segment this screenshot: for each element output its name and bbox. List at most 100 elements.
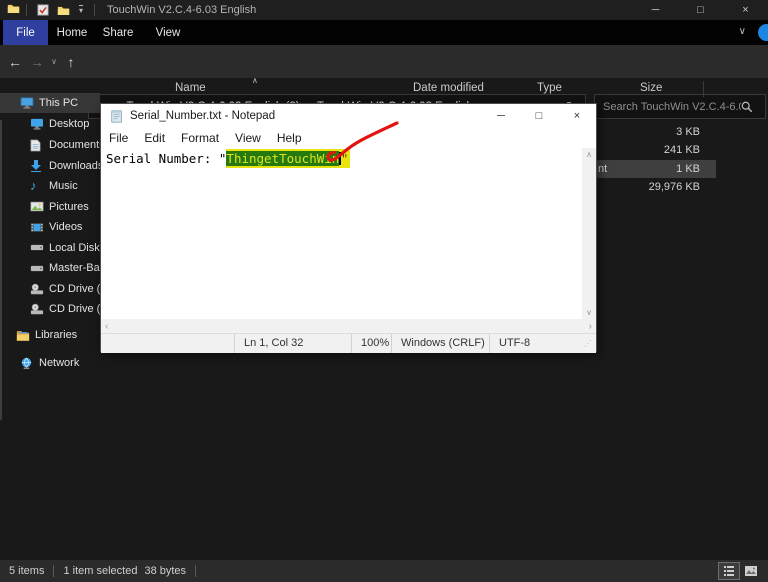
notepad-app-icon (110, 109, 124, 123)
forward-icon[interactable]: → (26, 45, 48, 78)
tab-home[interactable]: Home (52, 20, 92, 45)
cd-drive-icon (30, 283, 44, 295)
notepad-text-area[interactable]: Serial Number: "ThingetTouchWin " ∧ ∨ (101, 148, 596, 319)
explorer-statusbar: 5 items 1 item selected 38 bytes (0, 560, 768, 582)
sidebar-item-master-back[interactable]: Master-Back (0, 258, 100, 278)
menu-view[interactable]: View (227, 131, 269, 145)
properties-check-icon[interactable] (37, 4, 49, 16)
selection-size: 38 bytes (144, 565, 187, 577)
status-spacer (101, 334, 234, 353)
tab-view[interactable]: View (148, 20, 188, 45)
sidebar-item-desktop[interactable]: Desktop (0, 114, 100, 134)
file-size: 241 KB (663, 144, 700, 156)
help-icon[interactable] (758, 24, 768, 41)
sidebar-item-libraries[interactable]: Libraries (0, 325, 100, 345)
scroll-down-icon[interactable]: ∨ (586, 306, 592, 319)
column-header-size[interactable]: Size (640, 82, 662, 94)
details-view-icon[interactable] (718, 562, 740, 580)
file-size: 29,976 KB (648, 181, 700, 193)
selected-serial-text: ThingetTouchWin (226, 151, 340, 166)
sidebar-item-downloads[interactable]: Downloads (0, 156, 100, 176)
notepad-close-button[interactable]: × (558, 104, 596, 128)
sidebar-item-pictures[interactable]: Pictures (0, 197, 100, 217)
column-header-name[interactable]: Name (175, 82, 206, 94)
notepad-title: Serial_Number.txt - Notepad (130, 110, 276, 122)
scroll-left-icon[interactable]: ‹ (101, 321, 112, 332)
serial-label-text: Serial Number: " (106, 151, 227, 166)
sidebar-item-cd-drive-f[interactable]: CD Drive (F:) (0, 279, 100, 299)
sidebar-item-label: CD Drive (V:) (49, 303, 100, 315)
notepad-maximize-button[interactable]: □ (520, 104, 558, 128)
line-ending: Windows (CRLF) (391, 334, 489, 353)
cd-drive-icon (30, 303, 44, 315)
cursor-position: Ln 1, Col 32 (234, 334, 351, 353)
menu-format[interactable]: Format (173, 131, 227, 145)
desktop-icon (30, 118, 44, 130)
ribbon-tab-bar: File Home Share View ∨ (0, 20, 768, 45)
file-size: 1 KB (676, 162, 700, 175)
resize-grip-icon[interactable]: ⋰ (584, 334, 596, 353)
tab-file[interactable]: File (3, 20, 48, 45)
sidebar-item-music[interactable]: ♪ Music (0, 176, 100, 196)
navigation-bar: ← → ∨ ↑ › TouchWin V2.C.4-6.03 English (… (0, 45, 768, 119)
tab-share[interactable]: Share (96, 20, 140, 45)
scroll-up-icon[interactable]: ∧ (586, 148, 592, 161)
this-pc-icon (20, 97, 34, 109)
sidebar-item-label: Local Disk (C: (49, 241, 100, 254)
maximize-button[interactable]: □ (678, 0, 723, 20)
sidebar-item-label: Network (39, 357, 80, 369)
hard-drive-icon (30, 243, 44, 252)
statusbar-divider (195, 565, 197, 577)
folder-app-icon (7, 1, 20, 19)
sidebar-item-label: Master-Back (49, 262, 100, 274)
back-icon[interactable]: ← (4, 45, 26, 78)
thumbnail-view-icon[interactable] (740, 562, 762, 580)
notepad-titlebar[interactable]: Serial_Number.txt - Notepad ─ □ × (101, 104, 596, 128)
sidebar-item-local-disk-c[interactable]: Local Disk (C: (0, 238, 100, 258)
sidebar-item-label: Pictures (49, 200, 89, 213)
encoding: UTF-8 (489, 334, 584, 353)
notepad-text-line: Serial Number: "ThingetTouchWin " (101, 148, 596, 168)
close-button[interactable]: × (723, 0, 768, 20)
vertical-scrollbar[interactable]: ∧ ∨ (582, 148, 596, 319)
notepad-window: Serial_Number.txt - Notepad ─ □ × File E… (100, 103, 597, 353)
notepad-menubar: File Edit Format View Help (101, 128, 596, 148)
sidebar-item-label: Documents (49, 139, 100, 151)
sidebar-item-label: Desktop (49, 118, 90, 130)
documents-icon (30, 139, 44, 152)
sort-ascending-icon: ∧ (252, 76, 258, 85)
sidebar-item-this-pc[interactable]: This PC (0, 93, 100, 113)
sidebar-item-label: This PC (39, 97, 79, 109)
closing-quote-text: " (340, 151, 349, 166)
sidebar-item-label: Libraries (35, 329, 78, 341)
hard-drive-icon (30, 264, 44, 273)
sidebar-item-label: Videos (49, 221, 83, 233)
sidebar-item-videos[interactable]: Videos (0, 217, 100, 237)
up-icon[interactable]: ↑ (60, 45, 82, 78)
sidebar-item-cd-drive-v[interactable]: CD Drive (V:) (0, 299, 100, 319)
sidebar-item-network[interactable]: Network (0, 353, 100, 373)
titlebar-separator (26, 4, 27, 16)
scroll-right-icon[interactable]: › (585, 321, 596, 332)
expand-ribbon-icon[interactable]: ∨ (739, 26, 746, 37)
menu-help[interactable]: Help (269, 131, 310, 145)
titlebar-separator (94, 4, 96, 16)
menu-edit[interactable]: Edit (136, 131, 173, 145)
column-header-type[interactable]: Type (537, 82, 562, 94)
horizontal-scrollbar[interactable]: ‹ › (101, 319, 596, 333)
window-title: TouchWin V2.C.4-6.03 English (107, 4, 257, 16)
recent-locations-icon[interactable]: ∨ (47, 45, 61, 78)
quick-access-dropdown-icon[interactable]: ▾ (79, 5, 84, 15)
search-icon[interactable] (741, 101, 753, 113)
notepad-minimize-button[interactable]: ─ (482, 104, 520, 128)
column-header-row: Name ∧ Date modified Type Size (100, 76, 768, 100)
zoom-level: 100% (351, 334, 391, 353)
items-count: 5 items (9, 565, 45, 577)
music-icon: ♪ (30, 178, 37, 193)
column-divider[interactable] (703, 81, 704, 97)
column-header-date[interactable]: Date modified (413, 82, 484, 94)
menu-file[interactable]: File (101, 131, 136, 145)
minimize-button[interactable]: ─ (633, 0, 678, 20)
new-folder-icon[interactable] (57, 5, 70, 16)
sidebar-item-documents[interactable]: Documents (0, 135, 100, 155)
